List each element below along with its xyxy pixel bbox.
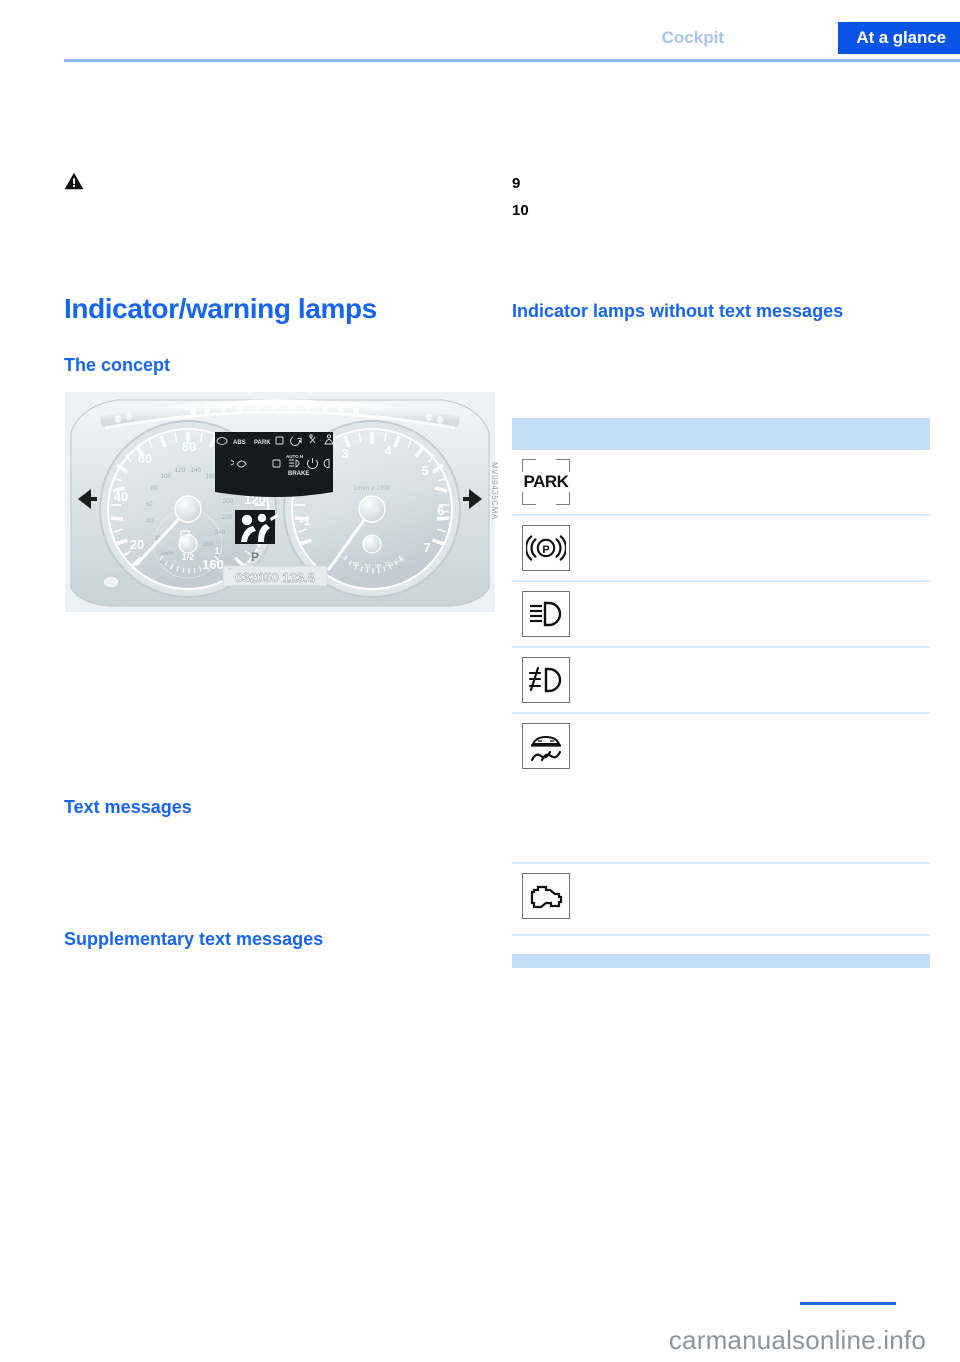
- dsc-glyph: [530, 735, 562, 762]
- table-cell-description: [594, 648, 930, 666]
- table-cell-description: [594, 582, 930, 600]
- table-cell-icon: [512, 648, 594, 712]
- header-divider: [64, 59, 960, 62]
- svg-text:60: 60: [145, 501, 153, 508]
- svg-text:5: 5: [421, 463, 428, 478]
- svg-text:80: 80: [182, 439, 196, 454]
- svg-text:P: P: [251, 550, 259, 564]
- breadcrumb-chapter-label: Cockpit: [661, 28, 724, 47]
- breadcrumb-chapter[interactable]: Cockpit: [648, 22, 738, 54]
- svg-text:260: 260: [203, 541, 214, 548]
- table-cell-icon: [512, 714, 594, 778]
- fog-lamp-glyph: [528, 666, 562, 693]
- warning-triangle-icon: [64, 172, 84, 190]
- svg-text:ABS: ABS: [233, 440, 246, 446]
- section-heading-indicator-lamps-without-text-messages: Indicator lamps without text messages: [512, 301, 844, 321]
- svg-text:AUTO H: AUTO H: [286, 454, 303, 459]
- park-distance-control-icon: PARK: [522, 459, 570, 505]
- table-cell-description: [594, 450, 930, 468]
- table-cell-icon: [512, 582, 594, 646]
- svg-text:3: 3: [341, 446, 348, 461]
- section-heading-the-concept: The concept: [64, 355, 171, 375]
- table-row[interactable]: PARK: [512, 450, 930, 516]
- table-cell-description: [594, 864, 930, 882]
- parking-brake-glyph: P: [526, 535, 566, 561]
- svg-text:mi.: mi.: [228, 566, 233, 571]
- table-cell-icon: P: [512, 516, 594, 580]
- table-header-bar: [512, 418, 930, 450]
- table-row[interactable]: [512, 864, 930, 936]
- svg-text:110: 110: [385, 562, 394, 568]
- page-header: Cockpit At a glance: [0, 0, 960, 62]
- figure-reference-code: MV09435CMA: [490, 461, 499, 520]
- svg-text:140: 140: [191, 467, 202, 474]
- cross-reference-page[interactable]: 9: [512, 170, 632, 197]
- table-cell-description: [594, 714, 930, 732]
- page-title: Indicator/warning lamps: [64, 293, 377, 324]
- svg-text:80: 80: [150, 485, 158, 492]
- check-engine-icon: [522, 873, 570, 919]
- table-row[interactable]: [512, 582, 930, 648]
- instrument-cluster-figure: 20 40 60 80 100 120 140 160 204060 80100…: [65, 392, 499, 612]
- instrument-cluster-illustration: 20 40 60 80 100 120 140 160 204060 80100…: [65, 392, 495, 612]
- table-row[interactable]: [512, 648, 930, 714]
- table-cell-description: [594, 516, 930, 534]
- check-engine-glyph: [530, 885, 563, 909]
- svg-text:60: 60: [138, 451, 152, 466]
- svg-text:100: 100: [161, 473, 172, 480]
- breadcrumb-section-label: At a glance: [856, 28, 946, 47]
- table-footer-bar: [512, 954, 930, 968]
- svg-text:1/min x 1000: 1/min x 1000: [353, 485, 391, 492]
- svg-text:7: 7: [423, 540, 430, 555]
- indicator-lamp-table: PARK P: [512, 418, 930, 968]
- svg-text:200: 200: [223, 498, 234, 505]
- parking-brake-icon: P: [522, 525, 570, 571]
- section-heading-supplementary-text-messages: Supplementary text messages: [64, 929, 324, 949]
- table-row[interactable]: P: [512, 516, 930, 582]
- svg-text:6-: 6-: [437, 503, 449, 518]
- section-heading-text-messages: Text messages: [64, 797, 192, 817]
- svg-text:20: 20: [130, 537, 144, 552]
- svg-text:40: 40: [146, 518, 154, 525]
- cross-reference-page[interactable]: 10: [512, 197, 632, 224]
- table-cell-icon: PARK: [512, 450, 594, 514]
- svg-text:PARK: PARK: [254, 440, 271, 446]
- high-beam-icon: [522, 591, 570, 637]
- svg-text:220: 220: [222, 514, 233, 521]
- footer-divider: [800, 1302, 896, 1305]
- site-watermark: carmanualsonline.info: [668, 1325, 926, 1355]
- high-beam-glyph: [530, 601, 562, 627]
- dsc-stability-control-icon: [522, 723, 570, 769]
- fog-lamp-icon: [522, 657, 570, 703]
- svg-text:4: 4: [384, 443, 392, 458]
- svg-text:70: 70: [364, 564, 370, 570]
- park-icon-label: PARK: [523, 472, 569, 491]
- svg-text:120: 120: [175, 467, 186, 474]
- svg-text:1: 1: [214, 546, 219, 556]
- svg-text:-1: -1: [299, 513, 311, 528]
- svg-text:130: 130: [395, 558, 404, 564]
- cross-reference-list: 9 10: [512, 170, 632, 224]
- svg-text:032050 123.8: 032050 123.8: [235, 570, 315, 585]
- table-cell-icon: [512, 864, 594, 928]
- svg-text:90: 90: [375, 564, 381, 570]
- svg-text:40: 40: [114, 489, 128, 504]
- svg-text:P: P: [542, 544, 549, 556]
- warning-note: [64, 172, 484, 200]
- table-row[interactable]: [512, 714, 930, 864]
- breadcrumb-section-tab[interactable]: At a glance: [838, 22, 960, 54]
- svg-text:50: 50: [353, 562, 359, 568]
- svg-text:BRAKE: BRAKE: [288, 471, 309, 477]
